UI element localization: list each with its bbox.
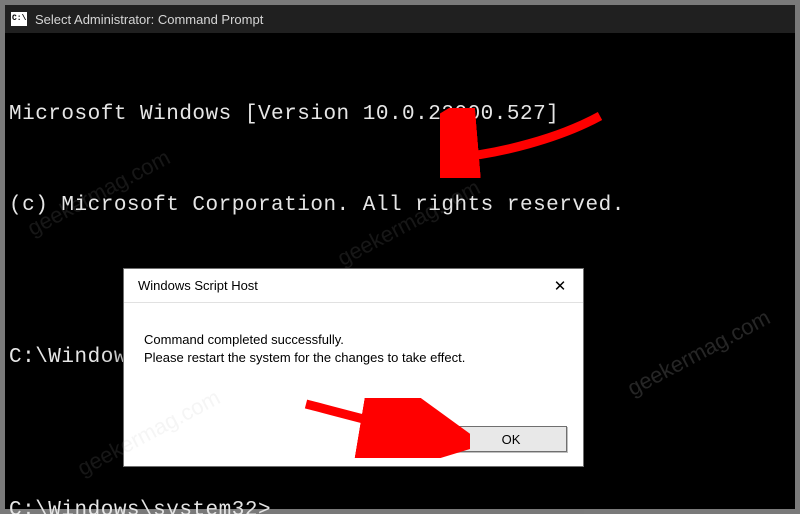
script-host-dialog: Windows Script Host ✕ Command completed … <box>123 268 584 467</box>
terminal-line: (c) Microsoft Corporation. All rights re… <box>9 191 791 221</box>
cmd-icon <box>11 12 27 26</box>
terminal-line: C:\Windows\system32> <box>9 496 791 514</box>
dialog-message-line: Command completed successfully. <box>144 331 563 349</box>
dialog-title: Windows Script Host <box>138 278 258 293</box>
dialog-body: Command completed successfully. Please r… <box>124 303 583 367</box>
dialog-footer: OK <box>455 426 567 452</box>
terminal-line: Microsoft Windows [Version 10.0.22000.52… <box>9 100 791 130</box>
window-titlebar[interactable]: Select Administrator: Command Prompt <box>5 5 795 33</box>
close-icon[interactable]: ✕ <box>537 269 583 303</box>
dialog-titlebar[interactable]: Windows Script Host ✕ <box>124 269 583 303</box>
window-title: Select Administrator: Command Prompt <box>35 12 263 27</box>
ok-button[interactable]: OK <box>455 426 567 452</box>
dialog-message-line: Please restart the system for the change… <box>144 349 563 367</box>
